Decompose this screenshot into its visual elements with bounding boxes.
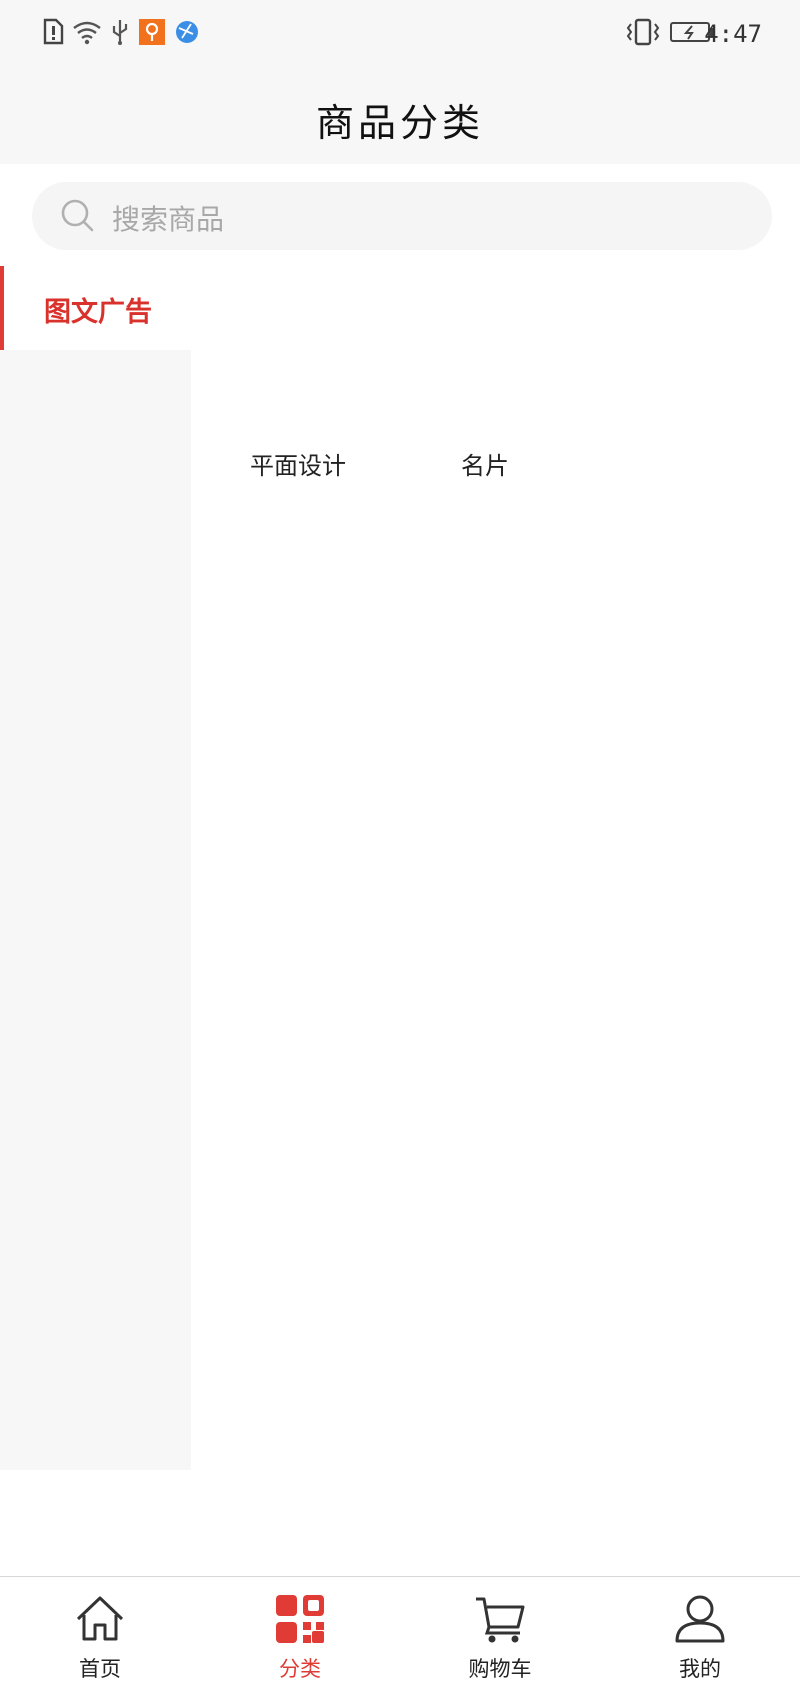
home-icon bbox=[74, 1593, 126, 1649]
tab-label: 购物车 bbox=[468, 1657, 532, 1681]
status-bar: 4:47 bbox=[0, 0, 800, 70]
sim-alert-icon bbox=[42, 18, 64, 50]
cart-icon bbox=[474, 1593, 526, 1649]
tab-home[interactable]: 首页 bbox=[0, 1577, 200, 1690]
page-header: 商品分类 bbox=[0, 70, 800, 164]
tab-label: 分类 bbox=[279, 1657, 321, 1681]
subcategory-graphic-design[interactable]: 平面设计 bbox=[250, 446, 346, 481]
sidebar-item-label: 图文广告 bbox=[44, 297, 152, 328]
category-sidebar: 图文广告 bbox=[0, 266, 191, 1470]
category-icon bbox=[274, 1593, 326, 1649]
app-notification-icon bbox=[139, 18, 165, 50]
sidebar-item-graphic-ads[interactable]: 图文广告 bbox=[0, 266, 191, 350]
search-input[interactable]: 搜索商品 bbox=[32, 182, 772, 250]
search-placeholder: 搜索商品 bbox=[112, 203, 225, 236]
wifi-icon bbox=[72, 18, 102, 50]
bottom-tab-bar: 首页 分类 购物车 我的 bbox=[0, 1576, 800, 1690]
browser-icon bbox=[174, 18, 200, 50]
vibrate-icon bbox=[626, 18, 660, 50]
status-time: 4:47 bbox=[704, 20, 762, 48]
profile-icon bbox=[674, 1593, 726, 1649]
sidebar-active-indicator bbox=[0, 266, 4, 350]
subcategory-business-card[interactable]: 名片 bbox=[461, 446, 509, 481]
tab-category[interactable]: 分类 bbox=[200, 1577, 400, 1690]
tab-label: 我的 bbox=[679, 1657, 721, 1681]
page-title: 商品分类 bbox=[315, 101, 484, 145]
tab-cart[interactable]: 购物车 bbox=[400, 1577, 600, 1690]
search-icon bbox=[60, 198, 96, 238]
usb-icon bbox=[110, 18, 130, 50]
tab-label: 首页 bbox=[79, 1657, 121, 1681]
tab-profile[interactable]: 我的 bbox=[600, 1577, 800, 1690]
